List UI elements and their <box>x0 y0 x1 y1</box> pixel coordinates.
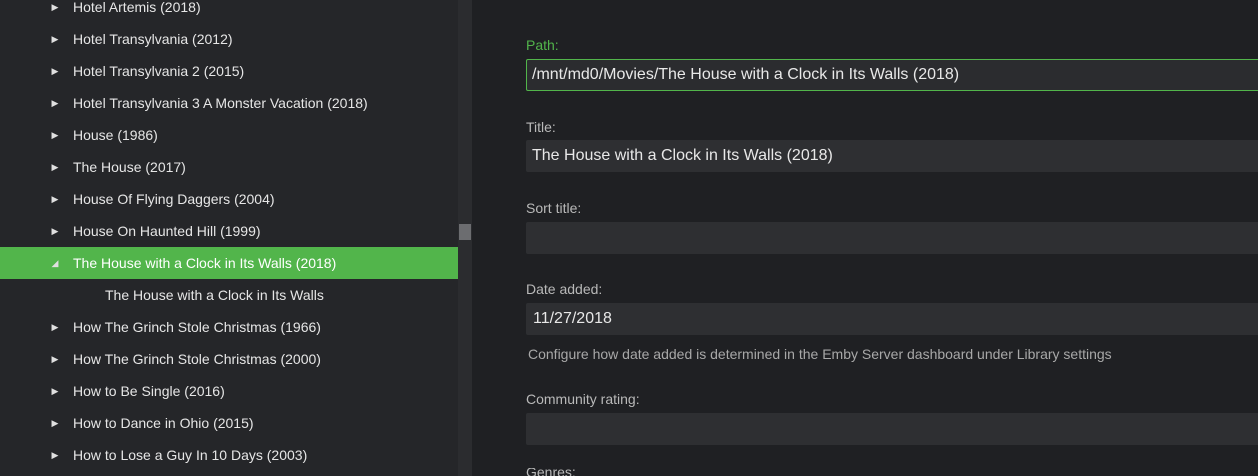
tree-item[interactable]: ▶ Hotel Transylvania 2 (2015) <box>0 55 458 87</box>
tree-item-label: How to Lose a Guy In 10 Days (2003) <box>73 447 308 463</box>
triangle-right-icon[interactable]: ▶ <box>47 34 63 45</box>
tree-scrollbar[interactable] <box>458 0 472 476</box>
tree-item-label: How to Dance in Ohio (2015) <box>73 415 254 431</box>
scrollbar-thumb[interactable] <box>459 224 471 240</box>
tree-item-label: Hotel Transylvania 3 A Monster Vacation … <box>73 95 368 111</box>
tree-item[interactable]: ▶ Hotel Artemis (2018) <box>0 0 458 23</box>
library-tree: ▶ Hotel Artemis (2018) ▶ Hotel Transylva… <box>0 0 458 476</box>
tree-item-label: The House (2017) <box>73 159 186 175</box>
sort-title-label: Sort title: <box>526 200 582 216</box>
triangle-right-icon[interactable]: ▶ <box>47 226 63 237</box>
path-label: Path: <box>526 37 559 53</box>
date-added-description: Configure how date added is determined i… <box>528 346 1112 362</box>
tree-item[interactable]: ▶ House (1986) <box>0 119 458 151</box>
next-field-label-text: Genres: <box>526 468 576 476</box>
tree-item-label: Hotel Transylvania 2 (2015) <box>73 63 245 79</box>
triangle-right-icon[interactable]: ▶ <box>47 162 63 173</box>
triangle-right-icon[interactable]: ▶ <box>47 386 63 397</box>
tree-item[interactable]: ▶ Hotel Transylvania (2012) <box>0 23 458 55</box>
date-added-label: Date added: <box>526 281 603 297</box>
tree-item[interactable]: ▶ How to Be Single (2016) <box>0 375 458 407</box>
community-rating-input[interactable] <box>526 413 1258 445</box>
tree-item[interactable]: ▶ House Of Flying Daggers (2004) <box>0 183 458 215</box>
tree-child-item[interactable]: The House with a Clock in Its Walls <box>0 279 458 311</box>
next-field-label: Genres: <box>526 468 586 476</box>
triangle-down-right-icon[interactable]: ◢ <box>47 258 63 269</box>
tree-item-label: How The Grinch Stole Christmas (2000) <box>73 351 321 367</box>
triangle-right-icon[interactable]: ▶ <box>47 322 63 333</box>
community-rating-label: Community rating: <box>526 391 640 407</box>
triangle-right-icon[interactable]: ▶ <box>47 130 63 141</box>
tree-item[interactable]: ▶ The House (2017) <box>0 151 458 183</box>
triangle-right-icon[interactable]: ▶ <box>47 354 63 365</box>
triangle-right-icon[interactable]: ▶ <box>47 2 63 13</box>
tree-item-label: Hotel Transylvania (2012) <box>73 31 233 47</box>
tree-item-label: The House with a Clock in Its Walls <box>105 287 324 303</box>
tree-item[interactable]: ▶ How The Grinch Stole Christmas (1966) <box>0 311 458 343</box>
tree-item[interactable]: ▶ Hotel Transylvania 3 A Monster Vacatio… <box>0 87 458 119</box>
tree-item-label: How The Grinch Stole Christmas (1966) <box>73 319 321 335</box>
tree-item[interactable]: ▶ How The Grinch Stole Christmas (2000) <box>0 343 458 375</box>
triangle-right-icon[interactable]: ▶ <box>47 418 63 429</box>
path-input[interactable] <box>526 59 1258 91</box>
date-added-input[interactable] <box>526 303 1258 335</box>
tree-item-label: The House with a Clock in Its Walls (201… <box>73 255 337 271</box>
metadata-form: Path: Title: Sort title: Date added: Con… <box>472 0 1258 476</box>
tree-item-label: House (1986) <box>73 127 158 143</box>
sort-title-input[interactable] <box>526 222 1258 254</box>
tree-item[interactable]: ▶ How to Dance in Ohio (2015) <box>0 407 458 439</box>
title-label: Title: <box>526 119 556 135</box>
tree-item-label: House On Haunted Hill (1999) <box>73 223 261 239</box>
tree-item-selected[interactable]: ◢ The House with a Clock in Its Walls (2… <box>0 247 458 279</box>
title-input[interactable] <box>526 140 1258 172</box>
tree-item-label: Hotel Artemis (2018) <box>73 0 201 15</box>
triangle-right-icon[interactable]: ▶ <box>47 194 63 205</box>
triangle-right-icon[interactable]: ▶ <box>47 66 63 77</box>
tree-item[interactable]: ▶ House On Haunted Hill (1999) <box>0 215 458 247</box>
triangle-right-icon[interactable]: ▶ <box>47 450 63 461</box>
tree-item-label: How to Be Single (2016) <box>73 383 225 399</box>
tree-item-label: House Of Flying Daggers (2004) <box>73 191 275 207</box>
triangle-right-icon[interactable]: ▶ <box>47 98 63 109</box>
tree-item[interactable]: ▶ How to Lose a Guy In 10 Days (2003) <box>0 439 458 471</box>
